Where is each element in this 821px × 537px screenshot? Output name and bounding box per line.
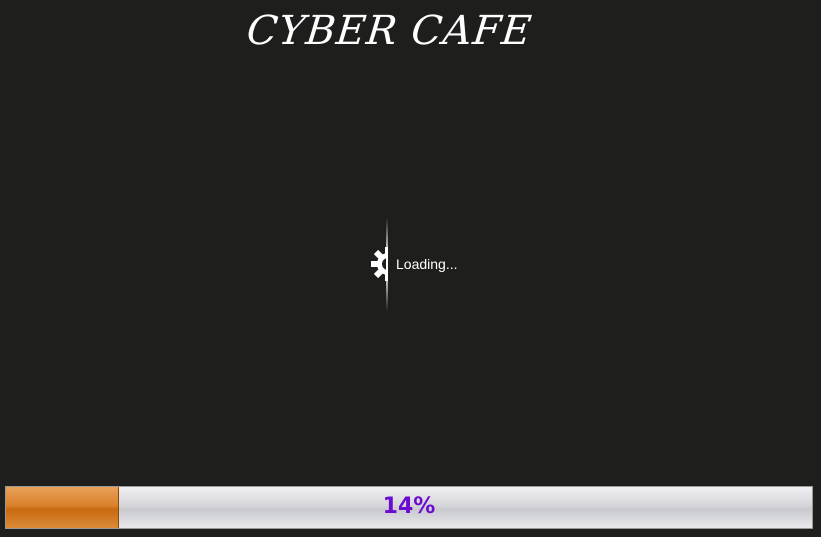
gear-icon <box>366 246 388 282</box>
loading-text: Loading... <box>396 256 458 272</box>
progress-bar: 14% <box>5 486 813 529</box>
loading-indicator: Loading... <box>364 218 484 313</box>
app-title: CYBER CAFE <box>244 8 535 54</box>
progress-label: 14% <box>382 494 436 519</box>
loader-divider <box>386 218 388 311</box>
